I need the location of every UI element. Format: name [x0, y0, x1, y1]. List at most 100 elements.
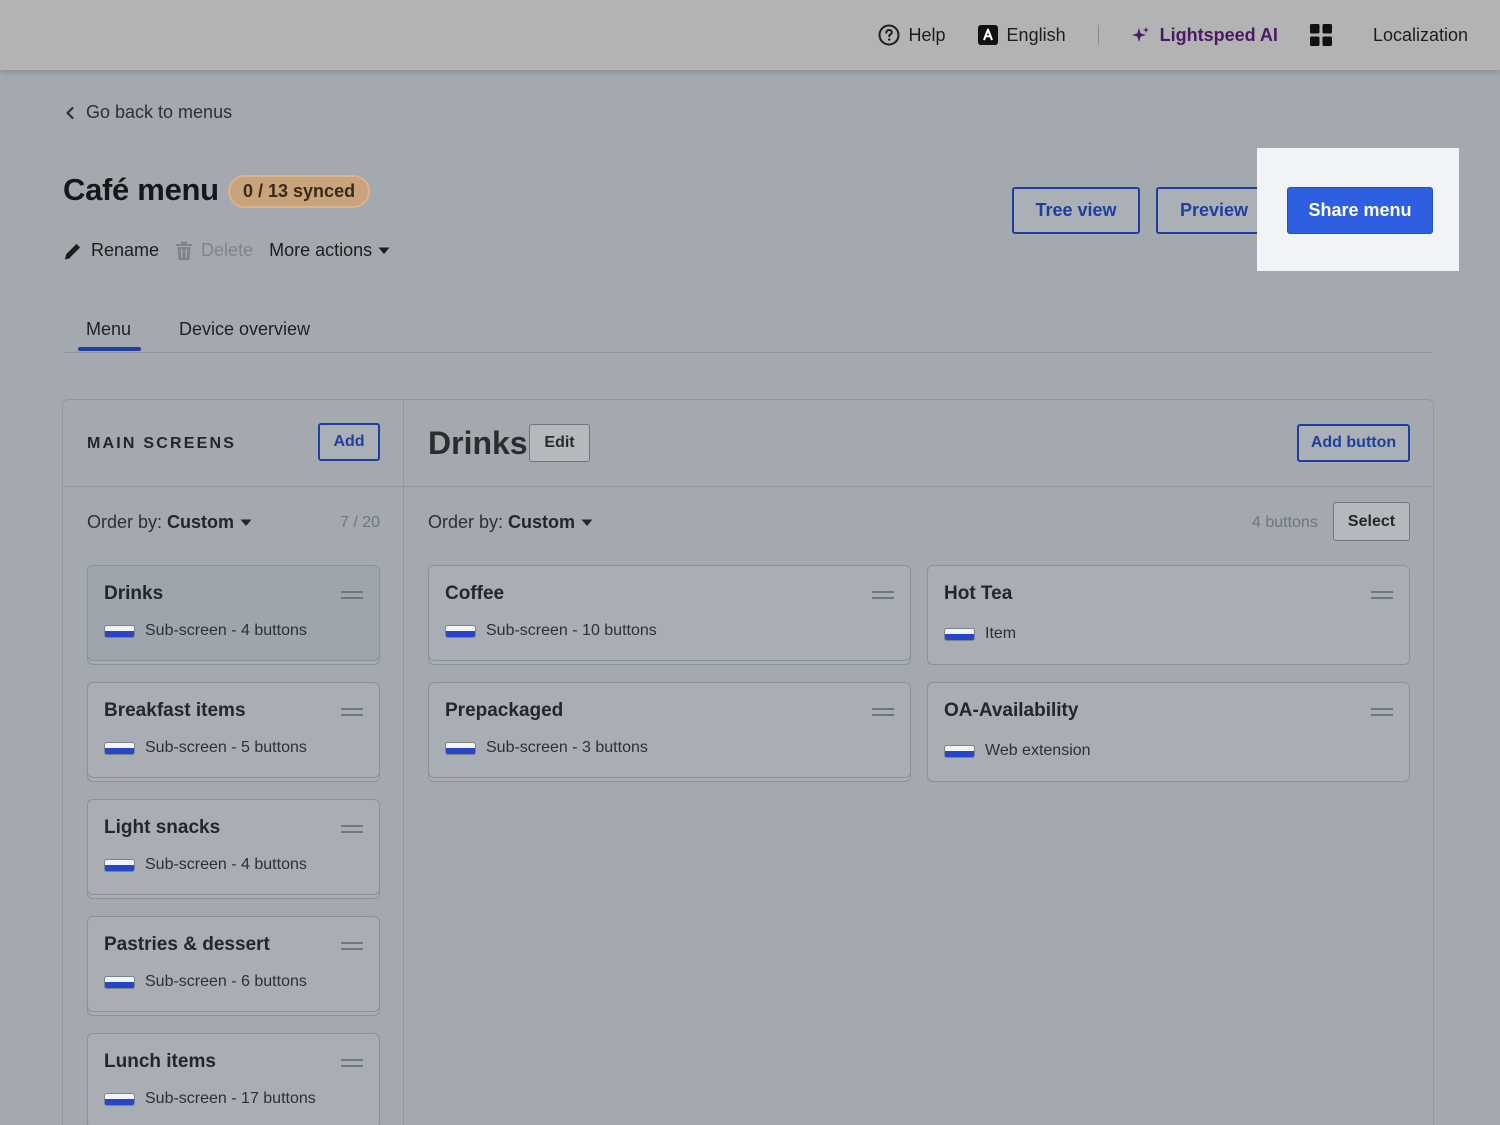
help-link[interactable]: Help [878, 24, 946, 46]
pencil-icon [63, 241, 83, 261]
help-label: Help [908, 24, 946, 45]
order-value: Custom [508, 512, 576, 532]
more-actions-label: More actions [269, 240, 373, 260]
help-icon [878, 24, 900, 46]
buttons-order-dropdown[interactable]: Order by: Custom [428, 512, 593, 533]
drag-handle-icon[interactable] [341, 824, 363, 834]
rename-button[interactable]: Rename [63, 240, 159, 261]
card-title: OA-Availability [944, 700, 1079, 721]
card-subtitle-text: Sub-screen - 4 buttons [145, 856, 307, 873]
menu-actions: Rename Delete More actions [63, 240, 406, 261]
back-to-menus-link[interactable]: Go back to menus [64, 102, 232, 123]
screen-color-swatch [445, 624, 476, 638]
main-screen-card[interactable]: Breakfast items Sub-screen - 5 buttons [87, 682, 380, 778]
delete-button[interactable]: Delete [175, 240, 253, 261]
screen-color-swatch [104, 624, 135, 638]
buttons-count: 4 buttons [1252, 514, 1318, 531]
sparkle-icon [1131, 25, 1151, 45]
apps-grid-button[interactable] [1309, 24, 1341, 46]
tree-view-button[interactable]: Tree view [1012, 187, 1140, 234]
caret-down-icon [240, 519, 252, 527]
card-subtitle: Item [944, 625, 1016, 643]
card-subtitle-text: Item [985, 625, 1017, 642]
edit-screen-button[interactable]: Edit [529, 424, 590, 462]
delete-label: Delete [201, 240, 254, 260]
sync-status-badge: 0 / 13 synced [228, 175, 371, 208]
lightspeed-ai-button[interactable]: Lightspeed AI [1131, 25, 1278, 46]
main-screen-card[interactable]: Lunch items Sub-screen - 17 buttons [87, 1033, 380, 1125]
card-subtitle: Web extension [944, 742, 1091, 760]
card-subtitle: Sub-screen - 4 buttons [104, 856, 307, 874]
screen-button-card[interactable]: Hot Tea Item [927, 565, 1410, 665]
screen-color-swatch [104, 1092, 135, 1106]
select-button[interactable]: Select [1333, 502, 1410, 541]
main-screen-card[interactable]: Pastries & dessert Sub-screen - 6 button… [87, 916, 380, 1012]
localization-label: Localization [1372, 24, 1468, 45]
card-title: Drinks [104, 583, 164, 604]
localization-link[interactable]: Localization [1373, 25, 1468, 46]
card-subtitle-text: Sub-screen - 3 buttons [486, 739, 648, 756]
panel-divider [403, 400, 404, 1125]
drag-handle-icon[interactable] [872, 707, 894, 717]
card-title: Pastries & dessert [104, 934, 270, 955]
main-screens-count: 7 / 20 [340, 514, 381, 531]
share-menu-button[interactable]: Share menu [1287, 187, 1433, 234]
card-subtitle: Sub-screen - 3 buttons [445, 739, 648, 757]
card-title: Breakfast items [104, 700, 246, 721]
main-screens-order-dropdown[interactable]: Order by: Custom [87, 512, 252, 533]
screen-color-swatch [445, 741, 476, 755]
card-title: Prepackaged [445, 700, 564, 721]
drag-handle-icon[interactable] [872, 590, 894, 600]
top-bar: Help English Lightspeed AI Localization [0, 0, 1500, 70]
caret-down-icon [581, 519, 593, 527]
panel-header-divider [63, 486, 1433, 487]
card-subtitle-text: Sub-screen - 6 buttons [145, 973, 307, 990]
drag-handle-icon[interactable] [1371, 590, 1393, 600]
card-title: Hot Tea [944, 583, 1013, 604]
card-subtitle-text: Sub-screen - 4 buttons [145, 622, 307, 639]
screen-color-swatch [104, 975, 135, 989]
page-title: Café menu [63, 172, 219, 207]
language-label: English [1006, 24, 1066, 45]
drag-handle-icon[interactable] [341, 941, 363, 951]
order-value: Custom [167, 512, 235, 532]
language-selector[interactable]: English [977, 24, 1066, 46]
preview-button[interactable]: Preview [1156, 187, 1272, 234]
grid-icon [1309, 24, 1332, 46]
caret-down-icon [378, 247, 390, 255]
card-title: Lunch items [104, 1051, 216, 1072]
main-screen-card[interactable]: Drinks Sub-screen - 4 buttons [87, 565, 380, 661]
order-label: Order by: [87, 512, 163, 532]
screen-button-card[interactable]: Coffee Sub-screen - 10 buttons [428, 565, 911, 661]
order-label: Order by: [428, 512, 504, 532]
drag-handle-icon[interactable] [341, 590, 363, 600]
chevron-left-icon [64, 106, 76, 120]
active-tab-indicator [78, 347, 141, 351]
drag-handle-icon[interactable] [1371, 707, 1393, 717]
card-subtitle-text: Sub-screen - 17 buttons [145, 1090, 316, 1107]
lightspeed-ai-label: Lightspeed AI [1159, 24, 1278, 45]
card-subtitle-text: Web extension [985, 742, 1091, 759]
card-subtitle-text: Sub-screen - 10 buttons [486, 622, 657, 639]
card-subtitle: Sub-screen - 10 buttons [445, 622, 657, 640]
main-screen-card[interactable]: Light snacks Sub-screen - 4 buttons [87, 799, 380, 895]
card-title: Coffee [445, 583, 505, 604]
rename-label: Rename [91, 240, 160, 260]
drag-handle-icon[interactable] [341, 1058, 363, 1068]
drag-handle-icon[interactable] [341, 707, 363, 717]
card-subtitle: Sub-screen - 5 buttons [104, 739, 307, 757]
add-main-screen-button[interactable]: Add [318, 423, 380, 461]
menu-editor-panel: MAIN SCREENS Add Drinks Edit Add button … [62, 399, 1434, 1125]
card-subtitle: Sub-screen - 6 buttons [104, 973, 307, 991]
card-subtitle: Sub-screen - 4 buttons [104, 622, 307, 640]
tab-device-overview[interactable]: Device overview [179, 319, 310, 340]
language-icon [977, 25, 998, 45]
screen-title: Drinks [428, 425, 528, 461]
screen-button-card[interactable]: Prepackaged Sub-screen - 3 buttons [428, 682, 911, 778]
card-title: Light snacks [104, 817, 221, 838]
screen-button-card[interactable]: OA-Availability Web extension [927, 682, 1410, 782]
card-subtitle: Sub-screen - 17 buttons [104, 1090, 316, 1108]
add-button-button[interactable]: Add button [1297, 424, 1410, 462]
more-actions-dropdown[interactable]: More actions [269, 240, 390, 261]
tab-menu[interactable]: Menu [86, 319, 131, 340]
